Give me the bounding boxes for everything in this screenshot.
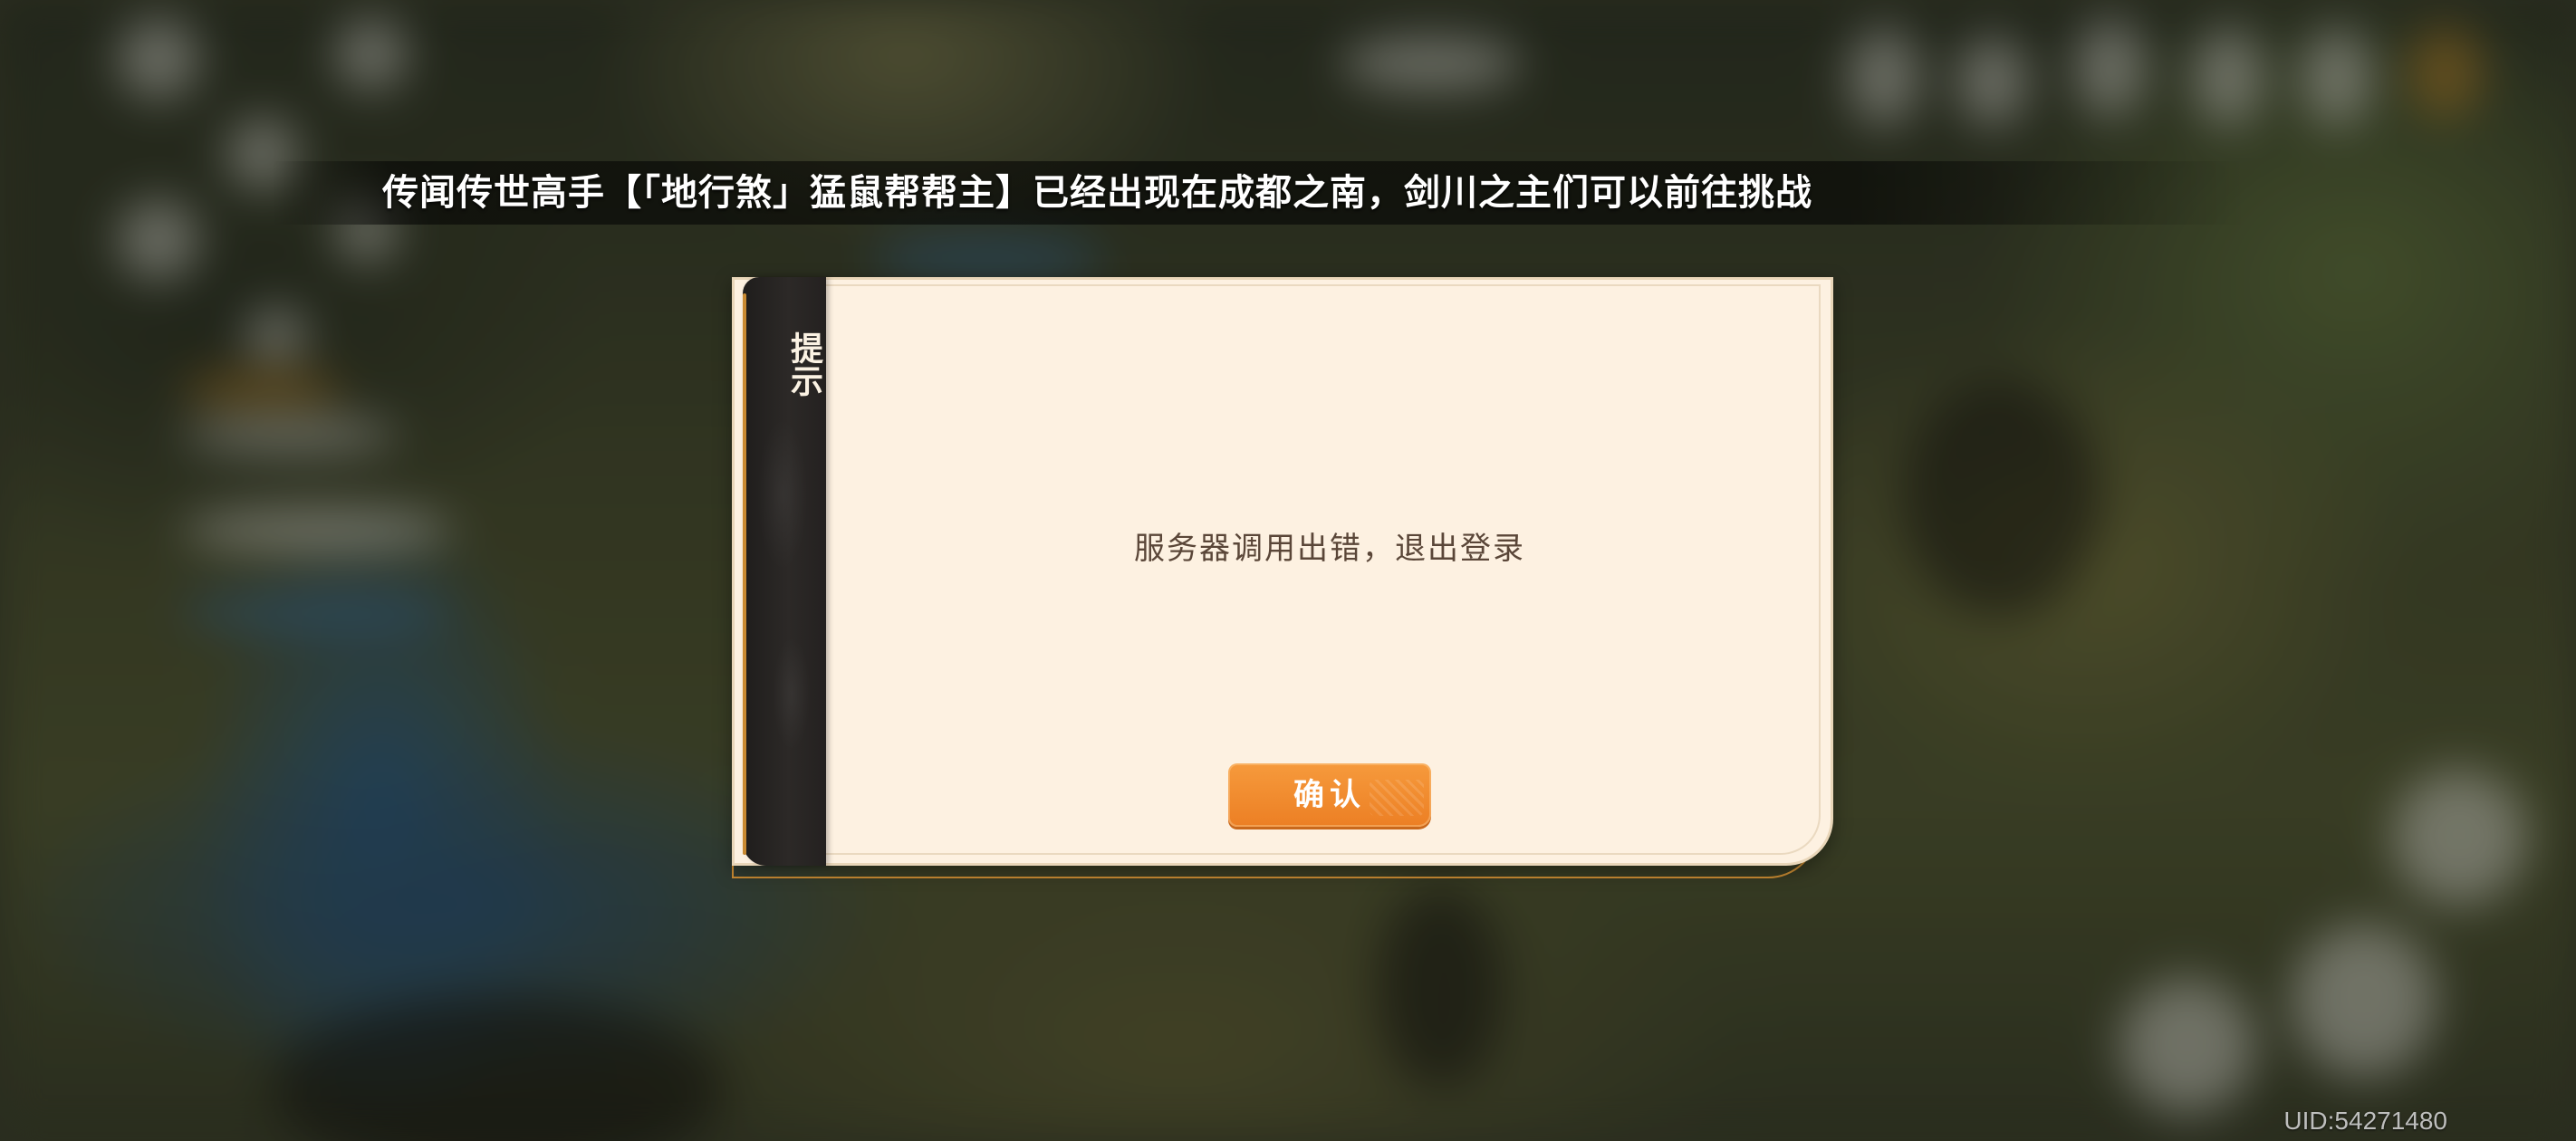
uid-label: UID:54271480: [2283, 1107, 2447, 1135]
game-screen: 传闻传世高手【「地行煞」猛鼠帮帮主】已经出现在成都之南，剑川之主们可以前往挑战 …: [0, 0, 2576, 1141]
broadcast-text: 传闻传世高手【「地行煞」猛鼠帮帮主】已经出现在成都之南，剑川之主们可以前往挑战: [382, 171, 1812, 214]
confirm-button[interactable]: 确认: [1228, 763, 1431, 827]
dialog-title: 提示: [785, 331, 823, 397]
notice-dialog: 提示 服务器调用出错，退出登录 确认: [732, 277, 1837, 878]
dialog-message: 服务器调用出错，退出登录: [1134, 531, 1525, 567]
